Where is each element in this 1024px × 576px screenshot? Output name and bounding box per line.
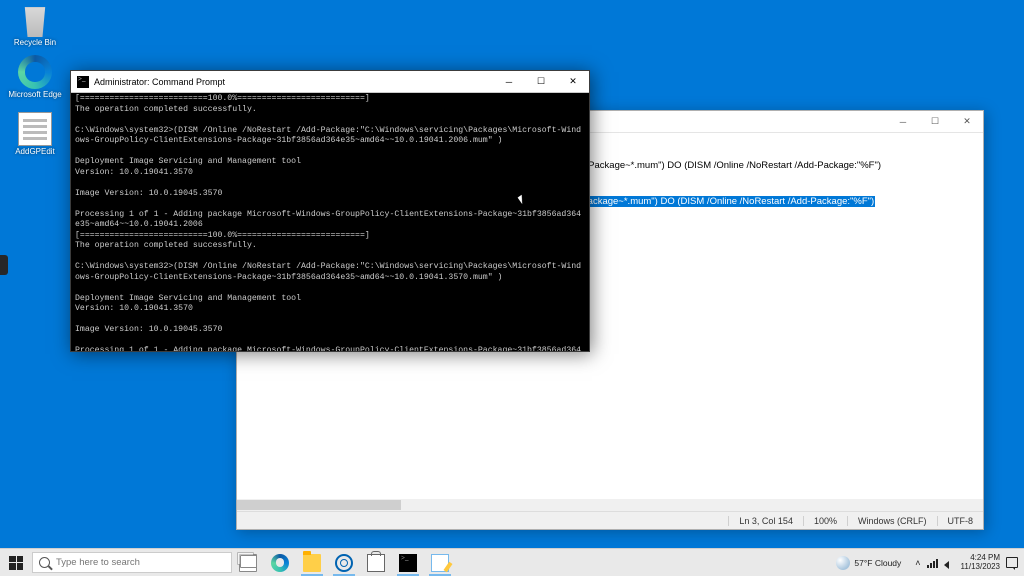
notepad-horizontal-scrollbar[interactable]: [237, 499, 983, 511]
cmd-maximize-button[interactable]: ☐: [525, 71, 557, 93]
notepad-minimize-button[interactable]: ─: [887, 111, 919, 132]
cmd-close-button[interactable]: ✕: [557, 71, 589, 93]
taskbar-search-box[interactable]: [32, 552, 232, 573]
notepad-icon: [431, 554, 449, 572]
search-icon: [39, 557, 50, 568]
cmd-titlebar[interactable]: Administrator: Command Prompt ─ ☐ ✕: [71, 71, 589, 93]
taskbar-file-explorer[interactable]: [296, 549, 328, 576]
notepad-line-1: -Package~*.mum") DO (DISM /Online /NoRes…: [585, 160, 881, 171]
system-tray: 57°F Cloudy ˄ 4:24 PM 11/13/2023: [830, 549, 1024, 576]
cmd-icon: [77, 76, 89, 88]
cmd-icon: [399, 554, 417, 572]
scrollbar-thumb[interactable]: [237, 500, 401, 510]
cmd-title: Administrator: Command Prompt: [94, 77, 493, 87]
edge-icon: [18, 55, 52, 89]
notepad-maximize-button[interactable]: ☐: [919, 111, 951, 132]
taskbar-settings[interactable]: [328, 549, 360, 576]
side-handle[interactable]: [0, 255, 8, 275]
task-view-icon: [239, 554, 257, 572]
edge-icon: [271, 554, 289, 572]
taskbar-edge[interactable]: [264, 549, 296, 576]
taskbar-notepad[interactable]: [424, 549, 456, 576]
windows-logo-icon: [9, 556, 23, 570]
weather-text: 57°F Cloudy: [854, 558, 901, 568]
cmd-terminal-output[interactable]: [==========================100.0%=======…: [71, 93, 589, 351]
status-position: Ln 3, Col 154: [728, 516, 803, 526]
notifications-icon[interactable]: [1006, 557, 1018, 568]
folder-icon: [303, 554, 321, 572]
desktop-icon-label: Recycle Bin: [6, 39, 64, 48]
search-input[interactable]: [56, 557, 225, 568]
cmd-minimize-button[interactable]: ─: [493, 71, 525, 93]
status-encoding: UTF-8: [937, 516, 984, 526]
store-icon: [367, 554, 385, 572]
tray-overflow-button[interactable]: ˄: [915, 558, 920, 568]
desktop-icon-label: Microsoft Edge: [6, 91, 64, 100]
gear-icon: [335, 554, 353, 572]
weather-icon: [836, 556, 850, 570]
taskbar-clock[interactable]: 4:24 PM 11/13/2023: [961, 554, 1000, 571]
cmd-window[interactable]: Administrator: Command Prompt ─ ☐ ✕ [===…: [70, 70, 590, 352]
clock-date: 11/13/2023: [961, 563, 1000, 571]
status-zoom: 100%: [803, 516, 847, 526]
notepad-status-bar: Ln 3, Col 154 100% Windows (CRLF) UTF-8: [237, 511, 983, 529]
desktop-icon-label: AddGPEdit: [6, 148, 64, 157]
desktop-icon-edge[interactable]: Microsoft Edge: [6, 55, 64, 100]
textfile-icon: [18, 112, 52, 146]
desktop-icon-recycle-bin[interactable]: Recycle Bin: [6, 3, 64, 48]
taskbar: 57°F Cloudy ˄ 4:24 PM 11/13/2023: [0, 548, 1024, 576]
desktop-icon-addgpedit[interactable]: AddGPEdit: [6, 112, 64, 157]
start-button[interactable]: [0, 549, 32, 576]
network-icon[interactable]: [927, 558, 938, 568]
status-eol: Windows (CRLF): [847, 516, 937, 526]
taskbar-store[interactable]: [360, 549, 392, 576]
weather-widget[interactable]: 57°F Cloudy: [836, 556, 901, 570]
notepad-line-2-selected: sions-Package~*.mum") DO (DISM /Online /…: [555, 196, 875, 207]
taskbar-cmd[interactable]: [392, 549, 424, 576]
recycle-bin-icon: [18, 3, 52, 37]
sound-icon[interactable]: [944, 558, 955, 568]
notepad-close-button[interactable]: ✕: [951, 111, 983, 132]
task-view-button[interactable]: [232, 549, 264, 576]
